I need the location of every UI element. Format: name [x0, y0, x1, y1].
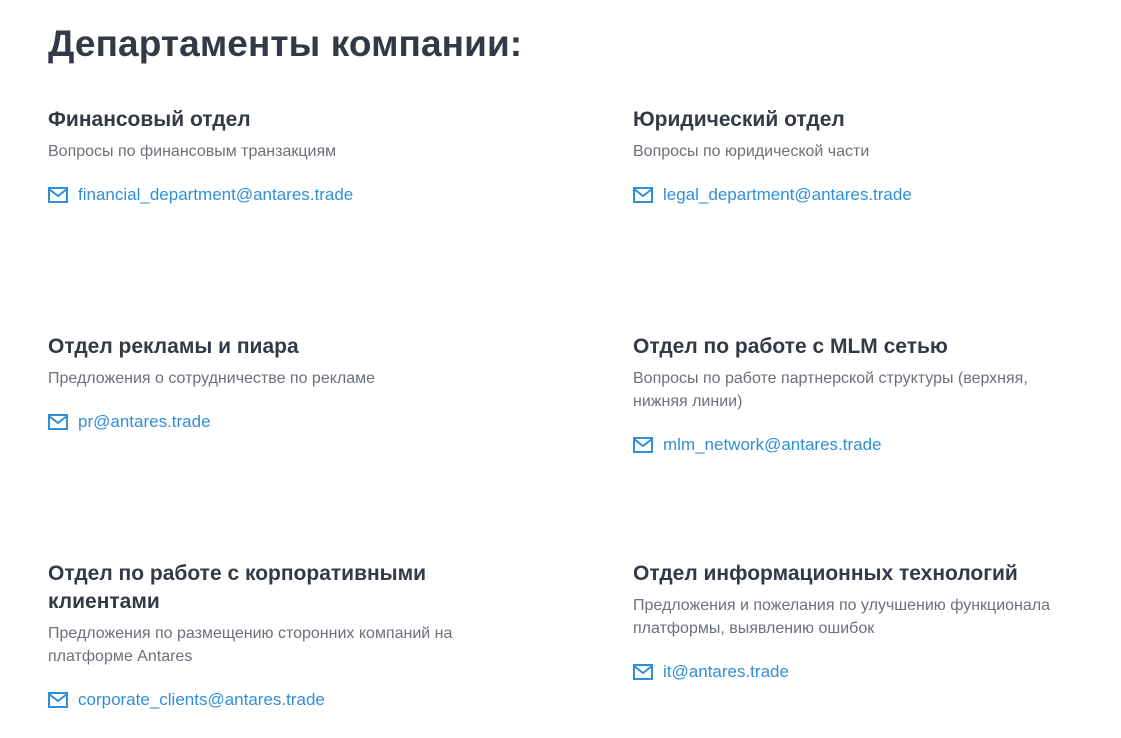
email-address: corporate_clients@antares.trade: [78, 690, 325, 709]
email-link-pr[interactable]: pr@antares.trade: [48, 410, 211, 433]
mail-icon: [633, 186, 653, 203]
department-card-pr: Отдел рекламы и пиара Предложения о сотр…: [48, 333, 518, 435]
department-description: Предложения и пожелания по улучшению фун…: [633, 597, 1051, 637]
department-card-it: Отдел информационных технологий Предложе…: [633, 560, 1103, 685]
email-link-mlm[interactable]: mlm_network@antares.trade: [633, 433, 882, 456]
department-name: Отдел рекламы и пиара: [48, 335, 299, 358]
email-address: legal_department@antares.trade: [663, 185, 912, 204]
department-name: Финансовый отдел: [48, 108, 251, 131]
department-card-corporate: Отдел по работе с корпоративными клиента…: [48, 560, 518, 713]
department-name: Отдел по работе с MLM сетью: [633, 335, 948, 358]
mail-icon: [48, 186, 68, 203]
department-name: Отдел по работе с корпоративными клиента…: [48, 562, 427, 613]
department-card-mlm: Отдел по работе с MLM сетью Вопросы по р…: [633, 333, 1103, 458]
department-description: Вопросы по финансовым транзакциям: [48, 143, 337, 160]
email-address: mlm_network@antares.trade: [663, 435, 882, 454]
department-description: Вопросы по юридической части: [633, 143, 870, 160]
email-address: financial_department@antares.trade: [78, 185, 354, 204]
email-link-it[interactable]: it@antares.trade: [633, 660, 789, 683]
department-description: Предложения по размещению сторонних комп…: [48, 625, 453, 665]
email-link-corporate[interactable]: corporate_clients@antares.trade: [48, 688, 325, 711]
page-title: Департаменты компании:: [48, 23, 523, 64]
mail-icon: [633, 436, 653, 453]
email-link-legal[interactable]: legal_department@antares.trade: [633, 183, 912, 206]
department-description: Предложения о сотрудничестве по рекламе: [48, 370, 376, 387]
email-link-financial[interactable]: financial_department@antares.trade: [48, 183, 353, 206]
department-card-financial: Финансовый отдел Вопросы по финансовым т…: [48, 106, 518, 208]
mail-icon: [48, 413, 68, 430]
email-address: pr@antares.trade: [78, 412, 211, 431]
department-description: Вопросы по работе партнерской структуры …: [633, 370, 1028, 410]
email-address: it@antares.trade: [663, 662, 789, 681]
department-name: Юридический отдел: [633, 108, 845, 131]
department-name: Отдел информационных технологий: [633, 562, 1018, 585]
mail-icon: [48, 691, 68, 708]
mail-icon: [633, 663, 653, 680]
department-card-legal: Юридический отдел Вопросы по юридической…: [633, 106, 1103, 208]
